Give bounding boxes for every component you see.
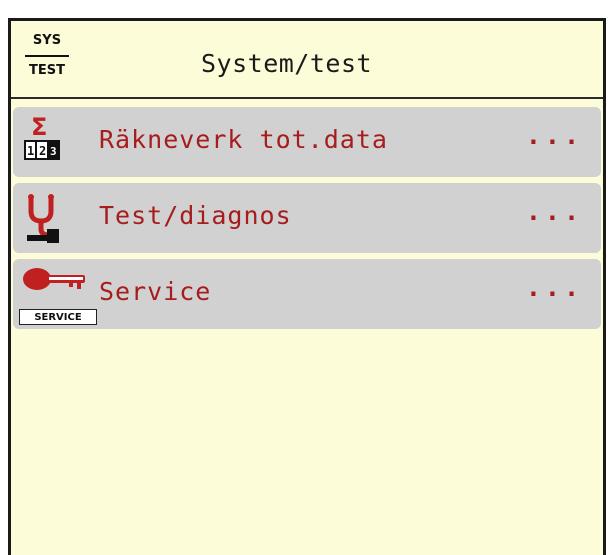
menu-item-totals[interactable]: Σ 1 2 3 Räkneverk tot.data ... bbox=[13, 107, 601, 177]
svg-text:3: 3 bbox=[50, 145, 57, 158]
sigma-counter-icon: Σ 1 2 3 bbox=[19, 113, 95, 173]
service-caption: SERVICE bbox=[19, 309, 97, 325]
stethoscope-icon bbox=[19, 189, 95, 249]
svg-text:2: 2 bbox=[39, 144, 46, 158]
more-indicator: ... bbox=[525, 121, 583, 150]
menu-item-label: Test/diagnos bbox=[99, 201, 292, 230]
svg-text:Σ: Σ bbox=[31, 113, 47, 141]
more-indicator: ... bbox=[525, 197, 583, 226]
menu-item-service[interactable]: SERVICE Service ... bbox=[13, 259, 601, 329]
key-icon: SERVICE bbox=[19, 265, 97, 325]
more-indicator: ... bbox=[525, 273, 583, 302]
menu-item-diagnostics[interactable]: Test/diagnos ... bbox=[13, 183, 601, 253]
sys-label: SYS bbox=[32, 33, 62, 48]
icon-divider bbox=[25, 55, 69, 57]
menu-item-label: Service bbox=[99, 277, 212, 306]
menu-list: Σ 1 2 3 Räkneverk tot.data ... Test/diag… bbox=[11, 107, 603, 335]
header: SYS TEST System/test bbox=[11, 21, 603, 99]
svg-text:1: 1 bbox=[27, 144, 34, 158]
sys-test-icon: SYS TEST bbox=[21, 33, 73, 93]
page-title: System/test bbox=[201, 49, 373, 78]
menu-item-label: Räkneverk tot.data bbox=[99, 125, 388, 154]
system-test-screen: SYS TEST System/test Σ 1 2 3 Räkneverk t… bbox=[8, 18, 606, 555]
test-label: TEST bbox=[29, 63, 65, 78]
